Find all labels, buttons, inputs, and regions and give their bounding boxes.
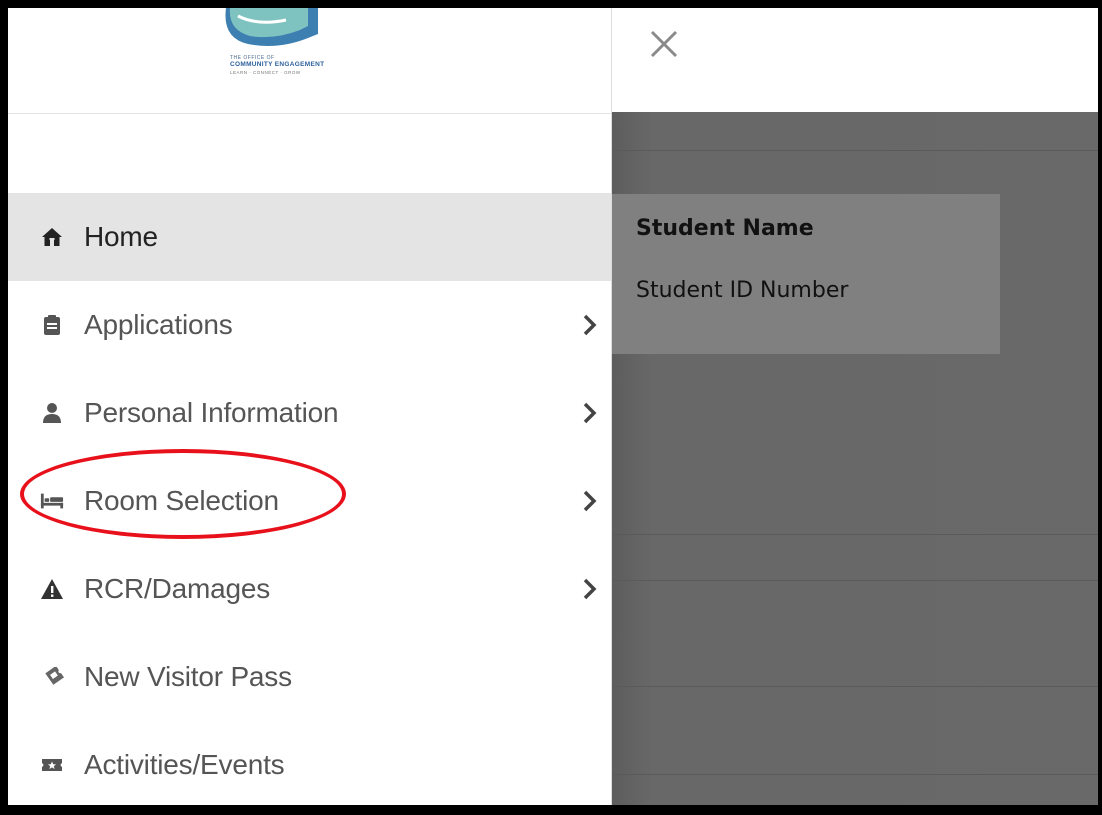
chevron-right-icon bbox=[583, 314, 597, 336]
overlay-divider bbox=[612, 150, 1098, 151]
sidebar-menu: Home Applications Personal Information R… bbox=[8, 193, 611, 805]
logo-line-3: LEARN · CONNECT · GROW bbox=[230, 70, 301, 75]
logo-area: THE OFFICE OF COMMUNITY ENGAGEMENT LEARN… bbox=[8, 8, 611, 114]
sidebar-item-rcr-damages[interactable]: RCR/Damages bbox=[8, 545, 611, 633]
warning-icon bbox=[40, 577, 64, 601]
overlay-divider bbox=[612, 580, 1098, 581]
hands-logo-icon bbox=[225, 8, 318, 46]
bed-icon bbox=[40, 489, 64, 513]
sidebar-item-activities-events[interactable]: Activities/Events bbox=[8, 721, 611, 805]
user-icon bbox=[40, 401, 64, 425]
overlay-divider bbox=[612, 686, 1098, 687]
top-bar bbox=[612, 8, 1098, 112]
sidebar-item-personal-information[interactable]: Personal Information bbox=[8, 369, 611, 457]
sidebar-nav: THE OFFICE OF COMMUNITY ENGAGEMENT LEARN… bbox=[8, 8, 612, 805]
sidebar-item-label: Applications bbox=[84, 309, 233, 340]
chevron-right-icon bbox=[583, 578, 597, 600]
office-logo[interactable]: THE OFFICE OF COMMUNITY ENGAGEMENT LEARN… bbox=[208, 8, 398, 88]
home-icon bbox=[40, 225, 64, 249]
logo-line-2: COMMUNITY ENGAGEMENT bbox=[230, 61, 325, 68]
sidebar-item-new-visitor-pass[interactable]: New Visitor Pass bbox=[8, 633, 611, 721]
sidebar-item-label: Room Selection bbox=[84, 485, 279, 516]
sidebar-item-applications[interactable]: Applications bbox=[8, 281, 611, 369]
student-name-label: Student Name bbox=[636, 216, 814, 241]
sidebar-item-label: New Visitor Pass bbox=[84, 661, 292, 692]
overlay-divider bbox=[612, 774, 1098, 775]
chevron-right-icon bbox=[583, 402, 597, 424]
clipboard-icon bbox=[40, 313, 64, 337]
ticket-star-icon bbox=[40, 753, 64, 777]
ticket-icon bbox=[40, 665, 64, 689]
student-id-label: Student ID Number bbox=[636, 278, 849, 303]
app-frame: THE OFFICE OF COMMUNITY ENGAGEMENT LEARN… bbox=[8, 8, 1098, 805]
sidebar-item-label: RCR/Damages bbox=[84, 573, 271, 604]
overlay-divider bbox=[612, 534, 1098, 535]
sidebar-item-label: Home bbox=[84, 221, 158, 252]
close-icon[interactable] bbox=[648, 28, 680, 60]
sidebar-item-room-selection[interactable]: Room Selection bbox=[8, 457, 611, 545]
sidebar-item-label: Personal Information bbox=[84, 397, 339, 428]
sidebar-item-home[interactable]: Home bbox=[8, 193, 611, 281]
sidebar-item-label: Activities/Events bbox=[84, 749, 285, 780]
page-overlay[interactable]: Student Name Student ID Number bbox=[612, 112, 1098, 805]
chevron-right-icon bbox=[583, 490, 597, 512]
student-info-card: Student Name Student ID Number bbox=[612, 194, 1000, 354]
